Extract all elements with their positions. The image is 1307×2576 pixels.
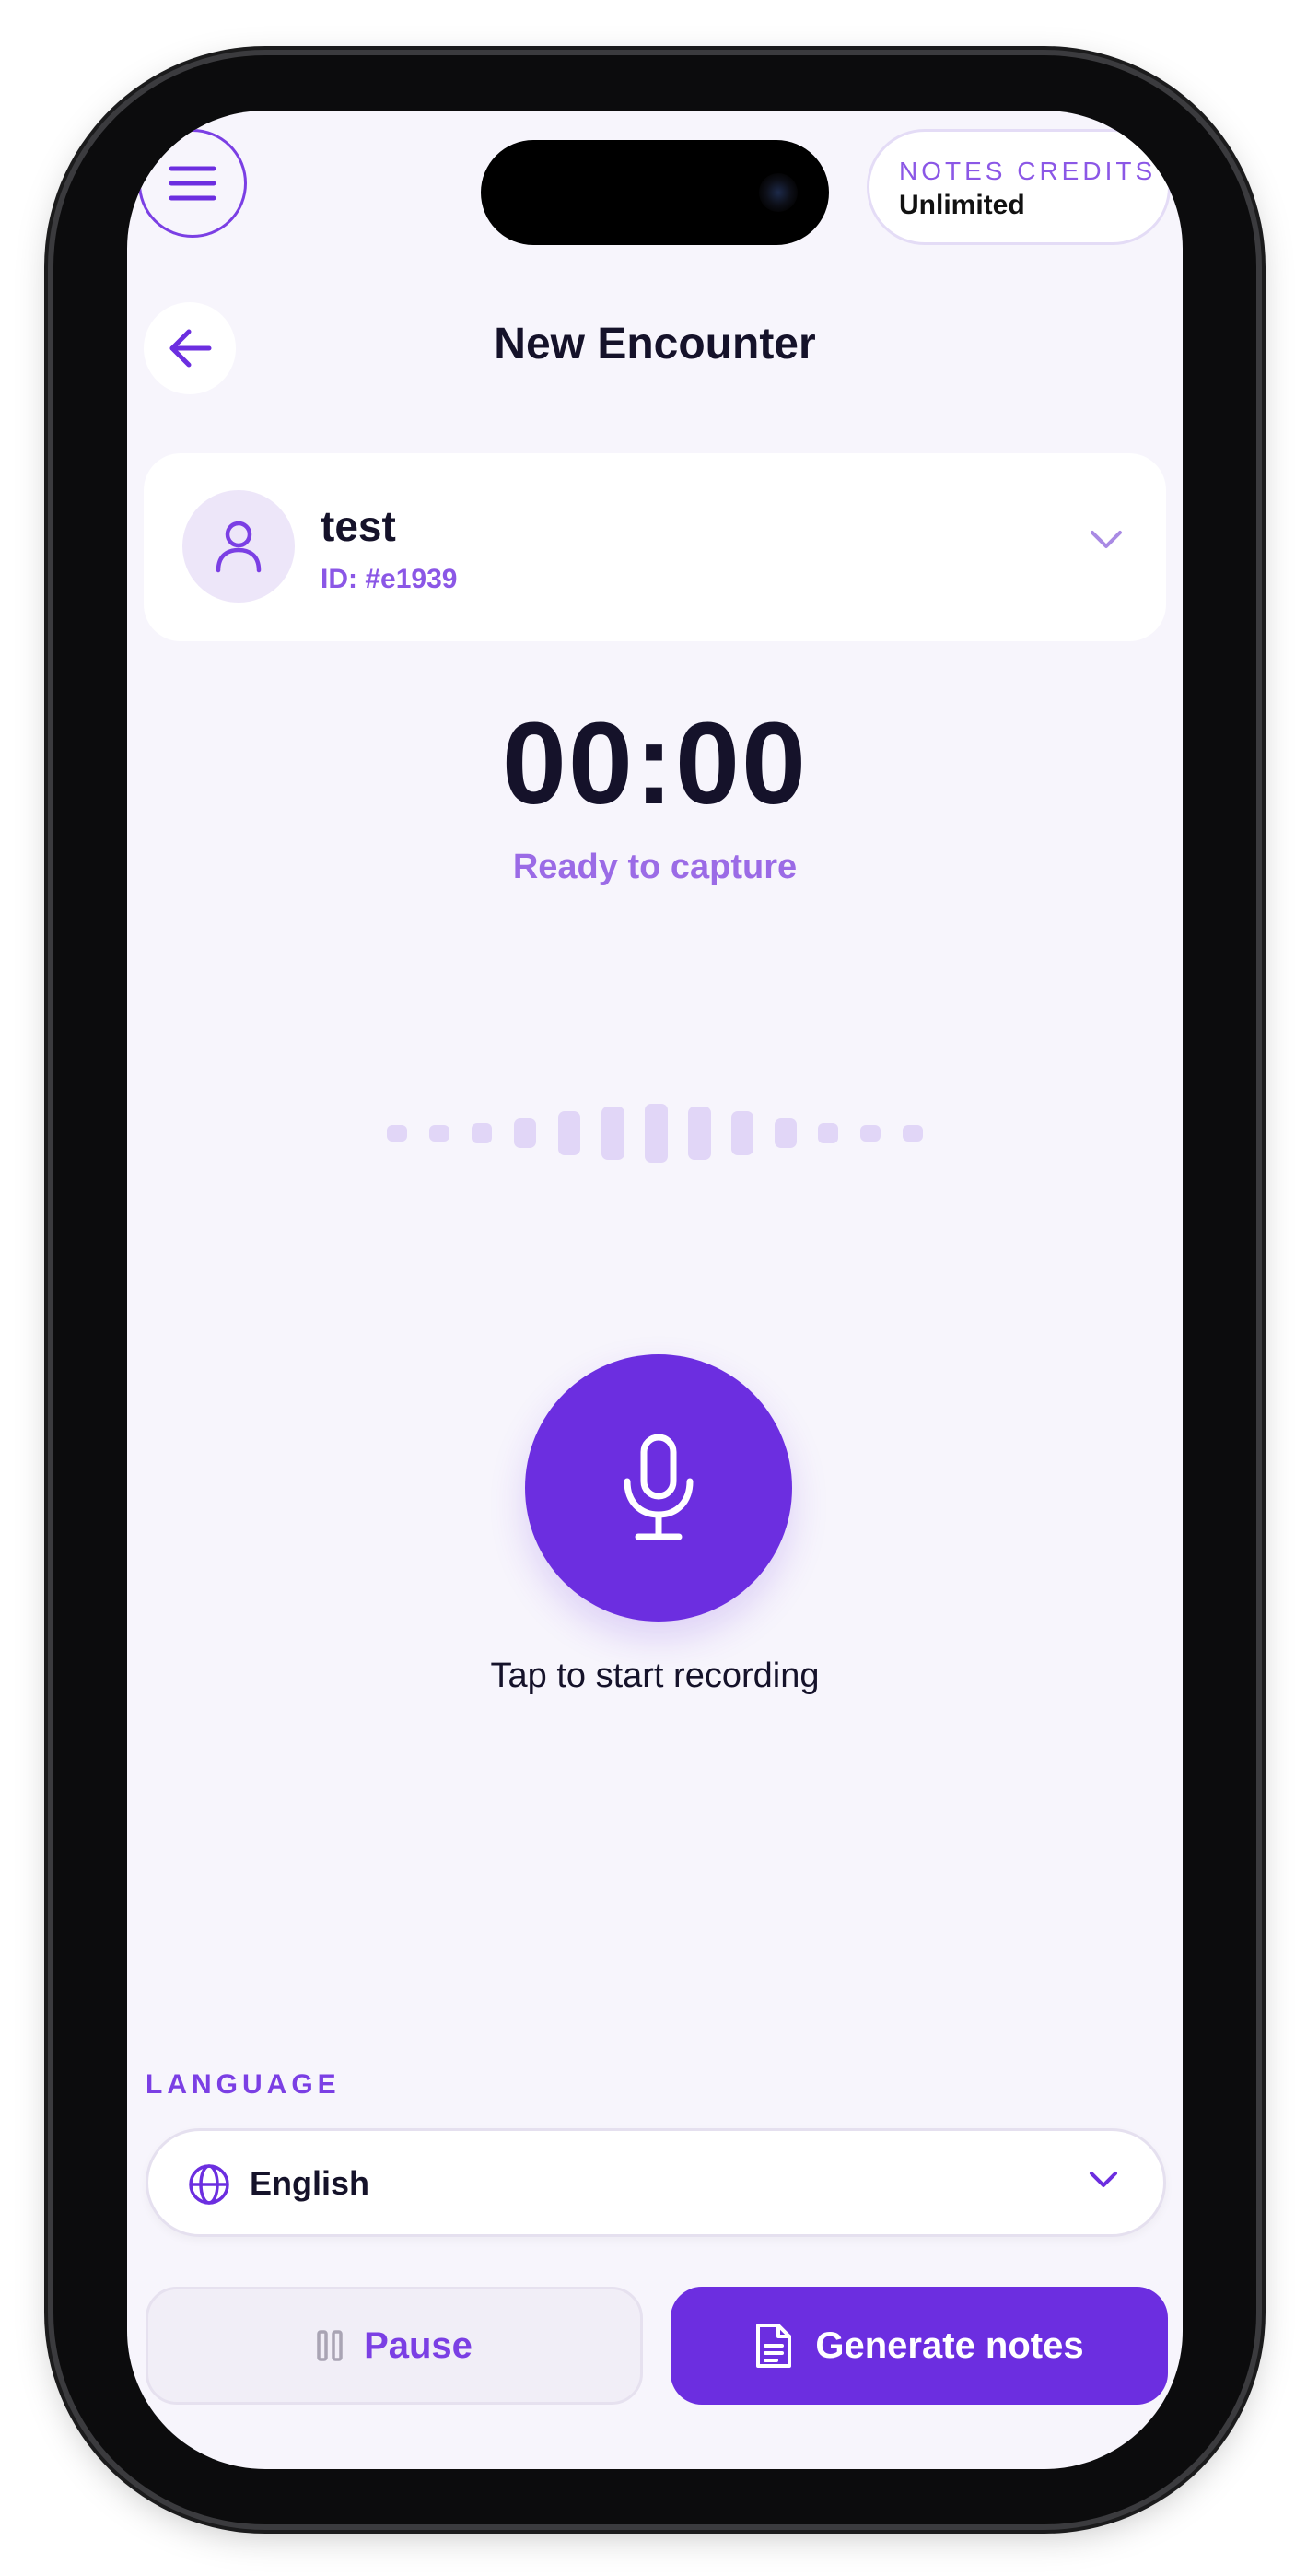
patient-selector[interactable]: test ID: #e1939 <box>144 453 1166 641</box>
record-button[interactable] <box>525 1354 792 1622</box>
wave-bar <box>387 1125 407 1142</box>
patient-name: test <box>321 502 396 550</box>
wave-bar <box>645 1104 668 1163</box>
language-select[interactable]: English <box>146 2128 1166 2237</box>
wave-bar <box>514 1118 536 1148</box>
avatar <box>182 490 295 603</box>
page-title: New Encounter <box>494 320 816 369</box>
document-icon <box>756 2324 792 2368</box>
wave-bar <box>688 1107 711 1160</box>
dynamic-island <box>481 140 829 245</box>
globe-icon <box>187 2162 231 2211</box>
wave-bar <box>558 1111 580 1155</box>
record-hint: Tap to start recording <box>490 1657 820 1695</box>
generate-notes-label: Generate notes <box>815 2324 1084 2366</box>
chevron-down-icon <box>1088 2170 1119 2195</box>
language-label: LANGUAGE <box>146 2069 341 2100</box>
audio-waveform <box>387 1104 923 1163</box>
pause-button[interactable]: Pause <box>146 2287 643 2405</box>
notes-credits-badge[interactable]: NOTES CREDITS Unlimited <box>867 129 1171 245</box>
wave-bar <box>818 1123 838 1143</box>
generate-notes-button[interactable]: Generate notes <box>671 2287 1168 2405</box>
microphone-icon <box>624 1434 694 1540</box>
wave-bar <box>429 1125 449 1142</box>
wave-bar <box>601 1107 624 1160</box>
wave-bar <box>775 1118 797 1148</box>
recording-status: Ready to capture <box>512 848 798 886</box>
wave-bar <box>731 1111 753 1155</box>
patient-id: ID: #e1939 <box>321 564 458 594</box>
app-screen: NOTES CREDITS Unlimited New Encounter te… <box>127 111 1183 2469</box>
menu-icon <box>169 166 216 201</box>
pause-label: Pause <box>364 2324 473 2366</box>
credits-label: NOTES CREDITS <box>899 157 1157 185</box>
chevron-down-icon <box>1089 529 1124 556</box>
wave-bar <box>860 1125 881 1142</box>
recording-timer: 00:00 <box>501 698 809 828</box>
pause-icon <box>317 2330 343 2361</box>
user-icon <box>216 521 262 573</box>
language-value: English <box>250 2164 370 2202</box>
credits-value: Unlimited <box>899 190 1025 220</box>
wave-bar <box>472 1123 492 1143</box>
wave-bar <box>903 1125 923 1142</box>
camera-icon <box>759 173 798 212</box>
menu-button[interactable] <box>138 129 247 238</box>
